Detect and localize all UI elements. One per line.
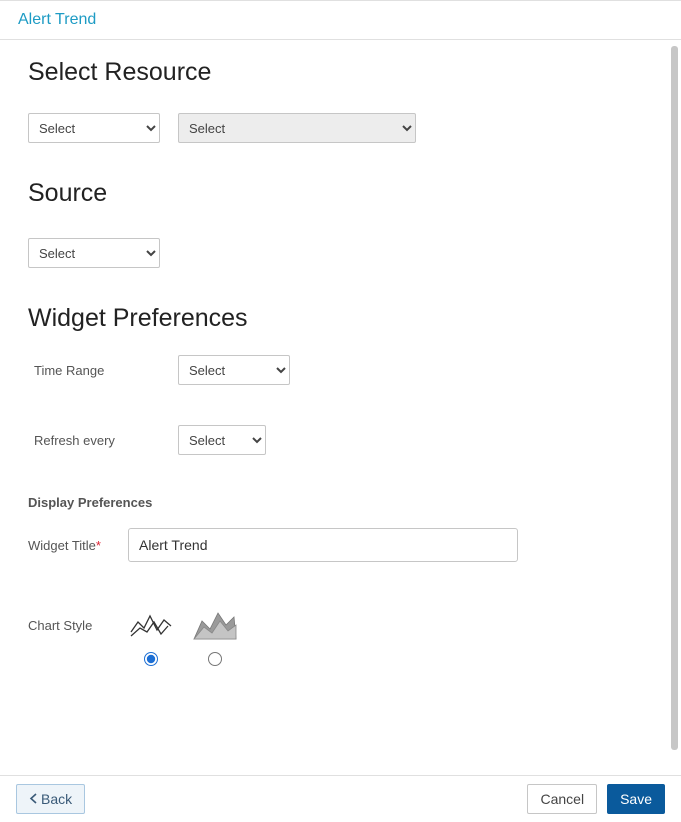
back-button[interactable]: Back xyxy=(16,784,85,814)
resource-instance-select[interactable]: Select xyxy=(178,113,416,143)
time-range-label: Time Range xyxy=(28,363,178,378)
area-chart-icon xyxy=(192,606,238,642)
chart-style-option-area[interactable] xyxy=(192,606,238,666)
widget-title-label: Widget Title* xyxy=(28,538,128,553)
time-range-select[interactable]: Select xyxy=(178,355,290,385)
line-chart-icon xyxy=(128,606,174,642)
section-select-resource-title: Select Resource xyxy=(28,58,653,87)
save-button[interactable]: Save xyxy=(607,784,665,814)
refresh-every-label: Refresh every xyxy=(28,433,178,448)
dialog-title: Alert Trend xyxy=(18,11,96,28)
widget-title-input[interactable] xyxy=(128,528,518,562)
dialog-footer: Back Cancel Save xyxy=(0,775,681,821)
resource-type-select[interactable]: Select xyxy=(28,113,160,143)
dialog-header: Alert Trend xyxy=(0,0,681,40)
chart-style-option-line[interactable] xyxy=(128,606,174,666)
display-preferences-heading: Display Preferences xyxy=(28,495,653,510)
section-source-title: Source xyxy=(28,179,653,208)
chevron-left-icon xyxy=(29,793,38,804)
section-widget-preferences-title: Widget Preferences xyxy=(28,304,653,333)
chart-style-radio-line[interactable] xyxy=(144,652,158,666)
scrollbar[interactable] xyxy=(671,46,678,750)
chart-style-radio-area[interactable] xyxy=(208,652,222,666)
source-select[interactable]: Select xyxy=(28,238,160,268)
chart-style-label: Chart Style xyxy=(28,606,128,633)
refresh-every-select[interactable]: Select xyxy=(178,425,266,455)
dialog-body: Select Resource Select Select Source Sel… xyxy=(0,40,681,775)
cancel-button[interactable]: Cancel xyxy=(527,784,597,814)
